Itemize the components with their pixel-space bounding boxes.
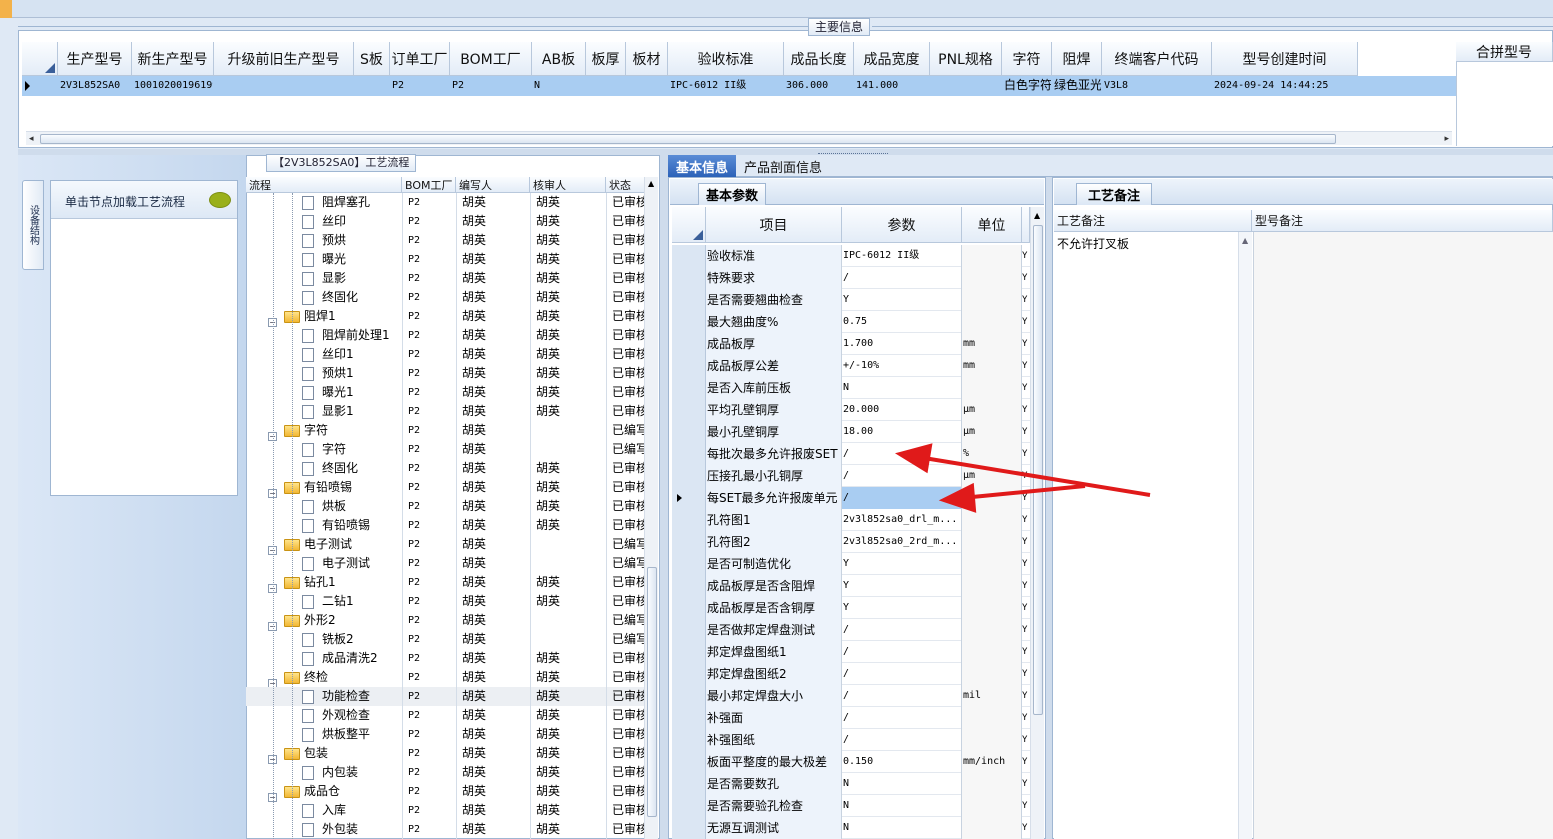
annotation-arrows — [894, 443, 1151, 513]
red-arrow-head-1 — [894, 443, 933, 474]
red-arrow-head-2 — [938, 482, 977, 513]
red-arrow-line-2 — [961, 484, 1086, 500]
